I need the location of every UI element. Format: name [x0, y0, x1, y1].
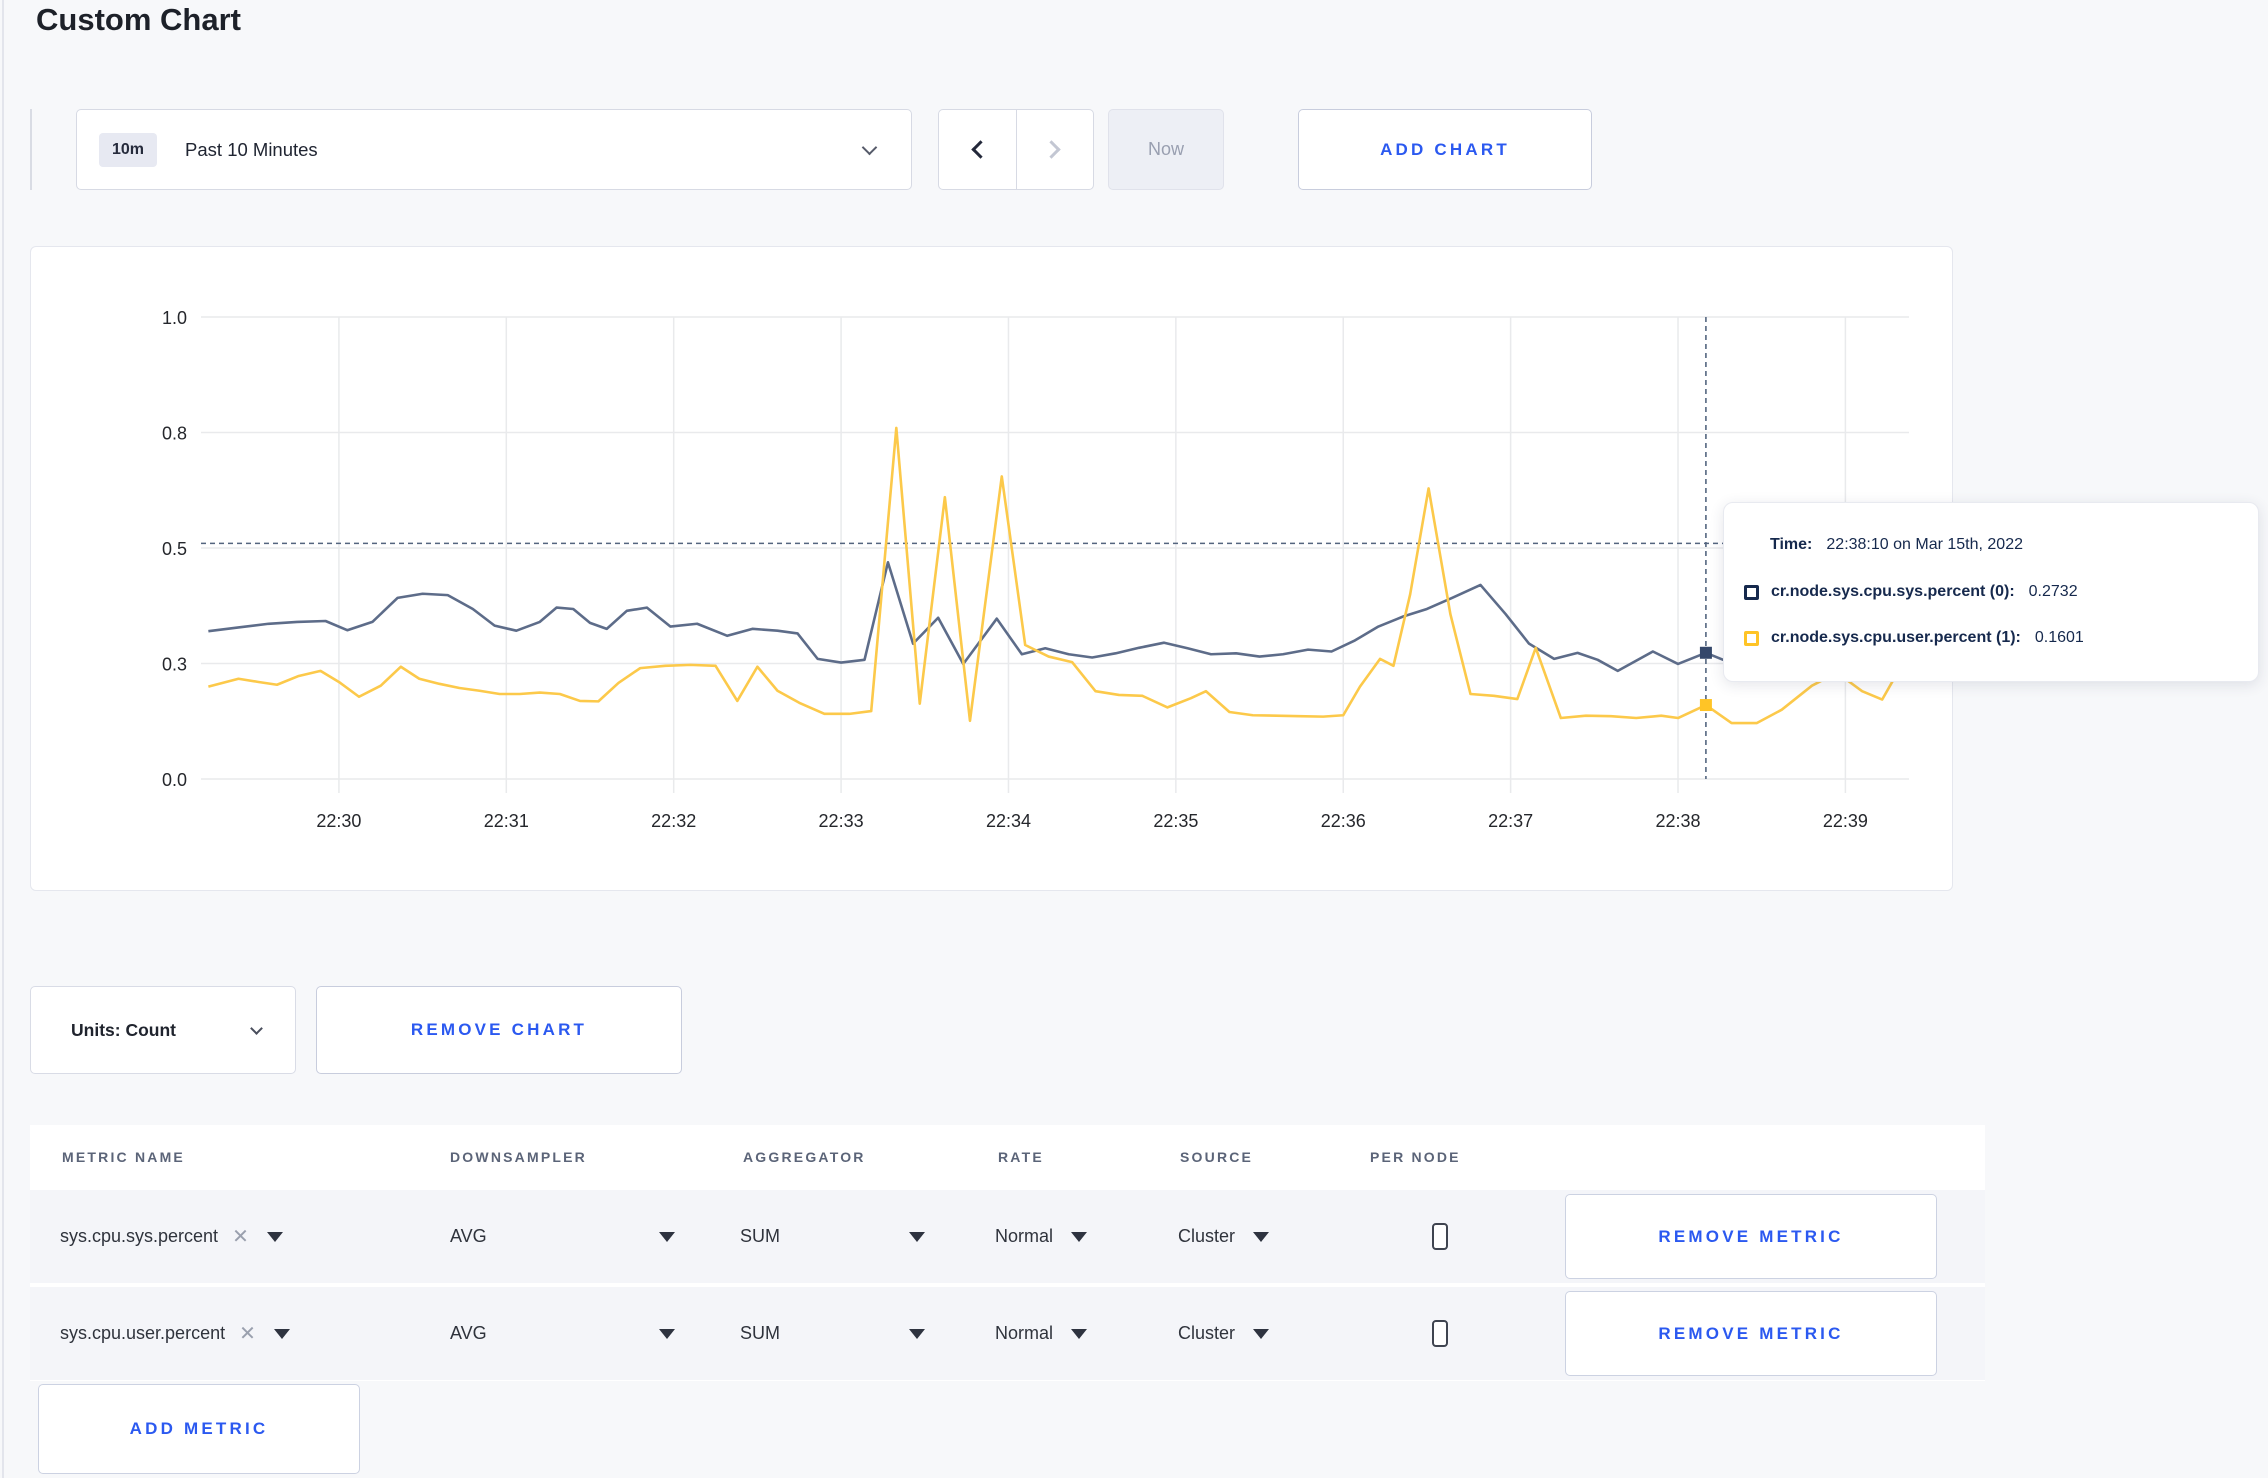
table-row: sys.cpu.user.percent ✕ AVG SUM Normal Cl… — [30, 1287, 1985, 1380]
aggregator-select[interactable]: SUM — [740, 1190, 925, 1283]
caret-down-icon — [909, 1231, 925, 1242]
per-node-checkbox[interactable] — [1432, 1223, 1448, 1250]
time-range-badge: 10m — [99, 132, 158, 167]
column-header-downsampler: DOWNSAMPLER — [450, 1149, 587, 1165]
svg-text:22:34: 22:34 — [986, 811, 1031, 831]
page-left-border — [2, 0, 4, 1478]
caret-down-icon — [1071, 1328, 1088, 1339]
timeseries-chart[interactable]: 0.0 0.3 0.5 0.8 1.0 22:30 22:31 22:32 22:33 22:34… — [31, 247, 1954, 892]
page-title: Custom Chart — [36, 2, 241, 37]
remove-metric-button[interactable]: REMOVE METRIC — [1565, 1291, 1937, 1376]
units-label: Units: Count — [71, 1019, 176, 1040]
column-header-rate: RATE — [998, 1149, 1044, 1165]
svg-text:22:39: 22:39 — [1823, 811, 1868, 831]
add-metric-button[interactable]: ADD METRIC — [38, 1384, 360, 1474]
svg-text:22:30: 22:30 — [316, 811, 361, 831]
time-back-button[interactable] — [939, 110, 1016, 189]
tooltip-series-value: 0.2732 — [2028, 583, 2078, 600]
tooltip-time-value: 22:38:10 on Mar 15th, 2022 — [1826, 536, 2023, 553]
add-chart-button[interactable]: ADD CHART — [1298, 109, 1592, 190]
svg-text:22:32: 22:32 — [651, 811, 696, 831]
remove-chart-button[interactable]: REMOVE CHART — [316, 986, 682, 1074]
svg-text:0.5: 0.5 — [162, 539, 187, 559]
rate-value: Normal — [995, 1226, 1054, 1246]
aggregator-value: SUM — [740, 1226, 780, 1246]
time-range-dropdown[interactable]: 10m Past 10 Minutes — [76, 109, 912, 190]
column-header-source: SOURCE — [1180, 1149, 1254, 1165]
per-node-checkbox[interactable] — [1432, 1320, 1448, 1347]
time-range-label: Past 10 Minutes — [185, 138, 318, 160]
tooltip-series-value: 0.1601 — [2034, 629, 2084, 646]
svg-text:0.8: 0.8 — [162, 424, 187, 444]
metric-name-select[interactable]: sys.cpu.user.percent ✕ — [60, 1287, 290, 1380]
downsampler-value: AVG — [450, 1323, 487, 1343]
tooltip-series-row: cr.node.sys.cpu.user.percent (1): 0.1601 — [1744, 629, 2084, 647]
source-select[interactable]: Cluster — [1178, 1287, 1270, 1380]
column-header-per-node: PER NODE — [1370, 1149, 1461, 1165]
column-header-metric-name: METRIC NAME — [62, 1149, 185, 1165]
table-row: sys.cpu.sys.percent ✕ AVG SUM Normal Clu… — [30, 1190, 1985, 1283]
rate-select[interactable]: Normal — [995, 1190, 1088, 1283]
clear-metric-icon[interactable]: ✕ — [232, 1224, 249, 1249]
caret-down-icon — [659, 1328, 675, 1339]
chart-tooltip: Time: 22:38:10 on Mar 15th, 2022 cr.node… — [1723, 502, 2259, 682]
remove-metric-button[interactable]: REMOVE METRIC — [1565, 1194, 1937, 1279]
time-forward-button[interactable] — [1015, 110, 1094, 189]
svg-text:0.3: 0.3 — [162, 655, 187, 675]
chevron-left-icon — [971, 140, 990, 159]
source-value: Cluster — [1178, 1226, 1236, 1246]
caret-down-icon — [266, 1231, 283, 1242]
source-value: Cluster — [1178, 1323, 1236, 1343]
chevron-right-icon — [1042, 140, 1061, 159]
clear-metric-icon[interactable]: ✕ — [239, 1321, 256, 1346]
svg-text:22:38: 22:38 — [1655, 811, 1700, 831]
column-header-aggregator: AGGREGATOR — [743, 1149, 866, 1165]
caret-down-icon — [1071, 1231, 1088, 1242]
chevron-down-icon — [250, 1022, 263, 1035]
caret-down-icon — [1253, 1231, 1270, 1242]
toolbar-divider — [30, 109, 32, 190]
svg-text:22:36: 22:36 — [1321, 811, 1366, 831]
chart-panel[interactable]: 0.0 0.3 0.5 0.8 1.0 22:30 22:31 22:32 22:33 22:34… — [30, 246, 1953, 891]
svg-text:22:37: 22:37 — [1488, 811, 1533, 831]
now-button[interactable]: Now — [1108, 109, 1224, 190]
tooltip-series-label: cr.node.sys.cpu.sys.percent (0): — [1771, 583, 2015, 600]
metric-name-value: sys.cpu.user.percent — [60, 1323, 226, 1343]
source-select[interactable]: Cluster — [1178, 1190, 1270, 1283]
svg-text:0.0: 0.0 — [162, 770, 187, 790]
tooltip-time-label: Time: — [1770, 536, 1813, 553]
metric-name-select[interactable]: sys.cpu.sys.percent ✕ — [60, 1190, 283, 1283]
aggregator-value: SUM — [740, 1323, 780, 1343]
units-dropdown[interactable]: Units: Count — [30, 986, 296, 1074]
chevron-down-icon — [861, 139, 878, 156]
rate-value: Normal — [995, 1323, 1054, 1343]
aggregator-select[interactable]: SUM — [740, 1287, 925, 1380]
svg-text:1.0: 1.0 — [162, 308, 187, 328]
svg-text:22:33: 22:33 — [819, 811, 864, 831]
downsampler-value: AVG — [450, 1226, 487, 1246]
tooltip-series-label: cr.node.sys.cpu.user.percent (1): — [1771, 629, 2021, 646]
series-swatch-icon — [1744, 630, 1759, 646]
downsampler-select[interactable]: AVG — [450, 1287, 675, 1380]
caret-down-icon — [909, 1328, 925, 1339]
time-nav-group — [938, 109, 1094, 190]
svg-text:22:35: 22:35 — [1153, 811, 1198, 831]
metric-name-value: sys.cpu.sys.percent — [60, 1226, 219, 1246]
series-swatch-icon — [1744, 584, 1759, 600]
caret-down-icon — [1253, 1328, 1270, 1339]
rate-select[interactable]: Normal — [995, 1287, 1088, 1380]
tooltip-series-row: cr.node.sys.cpu.sys.percent (0): 0.2732 — [1744, 583, 2078, 601]
svg-text:22:31: 22:31 — [484, 811, 529, 831]
downsampler-select[interactable]: AVG — [450, 1190, 675, 1283]
tooltip-time-row: Time: 22:38:10 on Mar 15th, 2022 — [1770, 536, 2023, 554]
caret-down-icon — [273, 1328, 290, 1339]
caret-down-icon — [659, 1231, 675, 1242]
